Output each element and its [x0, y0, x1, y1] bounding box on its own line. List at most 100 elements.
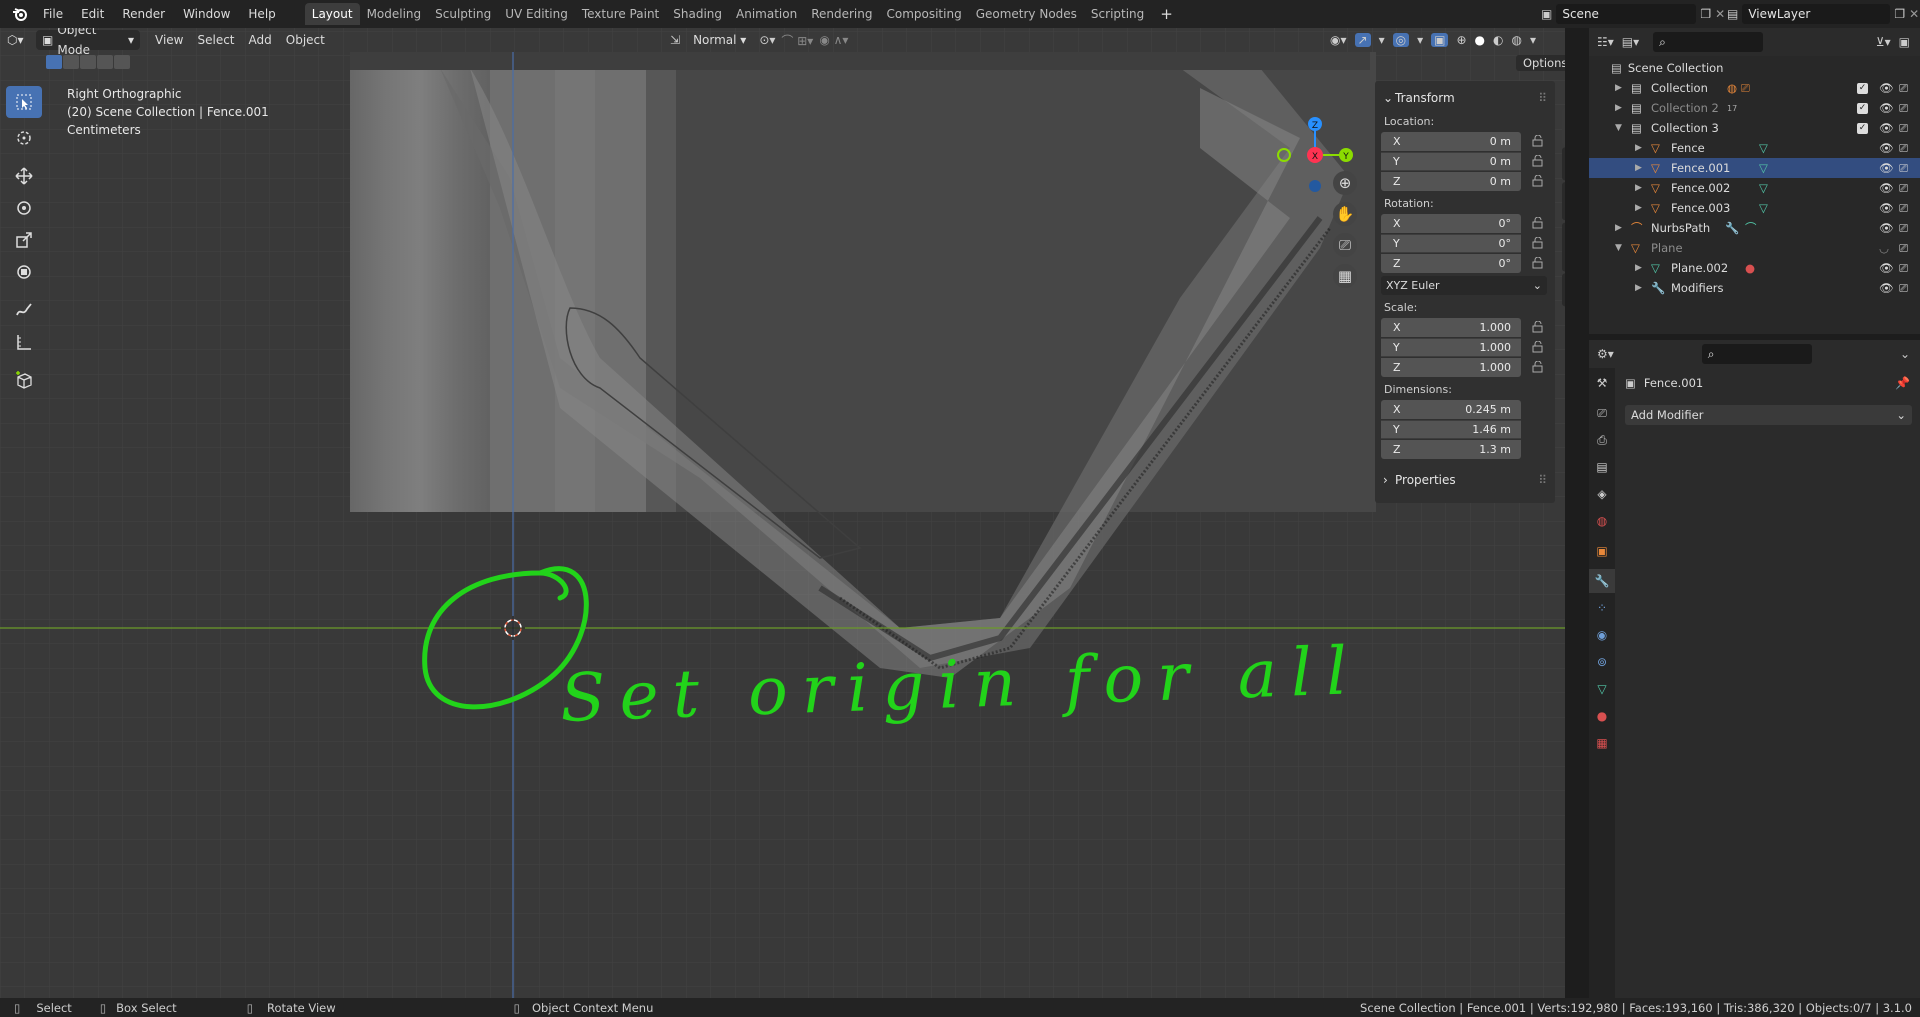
transform-tool-icon[interactable] — [6, 256, 42, 288]
sidebar-tab-item[interactable]: Item — [1562, 108, 1565, 146]
lock-icon[interactable] — [1531, 340, 1545, 353]
scale-y-field[interactable]: Y 1.000 — [1381, 337, 1521, 357]
camera-render-icon[interactable]: ⎚ — [1899, 121, 1908, 136]
proportional-edit-icon[interactable]: ◉ ∧▾ — [819, 33, 848, 47]
eye-icon[interactable]: 👁 — [1879, 141, 1894, 155]
grid-perspective-icon[interactable]: ▦ — [1333, 264, 1357, 288]
measure-tool-icon[interactable] — [6, 326, 42, 358]
workspace-tab-sculpting[interactable]: Sculpting — [428, 3, 498, 25]
eye-icon[interactable]: 👁 — [1879, 281, 1894, 295]
chevron-right-icon[interactable]: ▶ — [1635, 183, 1647, 193]
menu-add[interactable]: Add — [242, 30, 279, 50]
world-tab-icon[interactable]: ◍ — [1589, 509, 1615, 533]
shading-wireframe-icon[interactable]: ⊕ — [1456, 33, 1466, 47]
checkbox-icon[interactable]: ✓ — [1857, 82, 1868, 94]
annotate-tool-icon[interactable] — [6, 294, 42, 326]
eye-hidden-icon[interactable]: ◡ — [1879, 241, 1889, 255]
chevron-right-icon[interactable]: ▶ — [1615, 223, 1627, 233]
chevron-right-icon[interactable]: ▶ — [1635, 203, 1647, 213]
camera-render-icon[interactable]: ⎚ — [1899, 261, 1908, 276]
workspace-tab-animation[interactable]: Animation — [729, 3, 804, 25]
eye-icon[interactable]: 👁 — [1879, 161, 1894, 175]
dimensions-x-field[interactable]: X 0.245 m — [1381, 399, 1521, 419]
workspace-tab-layout[interactable]: Layout — [304, 3, 360, 25]
camera-render-icon[interactable]: ⎚ — [1899, 101, 1908, 116]
chevron-right-icon[interactable]: ▶ — [1635, 263, 1647, 273]
menu-window[interactable]: Window — [174, 0, 239, 28]
xray-icon[interactable]: ▣ — [1431, 33, 1449, 47]
camera-render-icon[interactable]: ⎚ — [1899, 81, 1908, 96]
menu-file[interactable]: File — [34, 0, 72, 28]
eye-icon[interactable]: 👁 — [1879, 221, 1894, 235]
outliner-item-fence[interactable]: ▶ ▽ Fence ▽ 👁 ⎚ — [1589, 138, 1920, 158]
select-new-icon[interactable] — [46, 55, 62, 69]
output-tab-icon[interactable]: ⎙ — [1589, 428, 1615, 452]
data-tab-icon[interactable]: ▽ — [1589, 677, 1615, 701]
outliner-root[interactable]: ▤ Scene Collection — [1589, 58, 1920, 78]
display-mode-icon[interactable]: ▤▾ — [1622, 35, 1639, 49]
properties-editor-icon[interactable]: ⚙▾ — [1597, 347, 1614, 361]
render-tab-icon[interactable]: ⎚ — [1589, 401, 1615, 425]
camera-render-icon[interactable]: ⎚ — [1899, 201, 1908, 216]
mode-dropdown[interactable]: ▣ Object Mode ▾ — [36, 28, 140, 57]
workspace-tab-modeling[interactable]: Modeling — [360, 3, 429, 25]
eye-icon[interactable]: 👁 — [1879, 81, 1894, 95]
add-modifier-dropdown[interactable]: Add Modifier ⌄ — [1625, 405, 1912, 425]
workspace-tab-scripting[interactable]: Scripting — [1084, 3, 1151, 25]
chevron-right-icon[interactable]: ▶ — [1615, 83, 1627, 93]
rotation-x-field[interactable]: X 0° — [1381, 213, 1521, 233]
lock-icon[interactable] — [1531, 174, 1545, 187]
lock-icon[interactable] — [1531, 236, 1545, 249]
sidebar-tab-edit[interactable]: Edit — [1562, 273, 1565, 307]
options-button[interactable]: Options — [1516, 55, 1565, 71]
workspace-tab-texture-paint[interactable]: Texture Paint — [575, 3, 666, 25]
menu-render[interactable]: Render — [113, 0, 174, 28]
rotate-tool-icon[interactable] — [6, 192, 42, 224]
eye-icon[interactable]: 👁 — [1879, 261, 1894, 275]
sidebar-tab-create[interactable]: Create — [1562, 222, 1565, 272]
pan-hand-icon[interactable]: ✋ — [1333, 202, 1357, 226]
outliner-item-collection-2[interactable]: ▶ ▤ Collection 2 17 ✓ 👁 ⎚ — [1589, 98, 1920, 118]
workspace-tab-compositing[interactable]: Compositing — [879, 3, 968, 25]
shading-rendered-icon[interactable]: ◍ — [1511, 33, 1521, 47]
camera-render-icon[interactable]: ⎚ — [1899, 281, 1908, 296]
outliner-item-collection-3[interactable]: ▼ ▤ Collection 3 ✓ 👁 ⎚ — [1589, 118, 1920, 138]
properties-search-input[interactable]: ⌕ — [1701, 344, 1812, 364]
select-intersect-icon[interactable] — [114, 55, 130, 69]
outliner-item-fence-002[interactable]: ▶ ▽ Fence.002 ▽ 👁 ⎚ — [1589, 178, 1920, 198]
pin-icon[interactable]: 📌 — [1895, 376, 1910, 390]
material-tab-icon[interactable]: ● — [1589, 704, 1615, 728]
scale-x-field[interactable]: X 1.000 — [1381, 317, 1521, 337]
3d-viewport[interactable]: Set origin for all ⬡▾ ▣ Object Mode ▾ Vi… — [0, 28, 1565, 998]
texture-tab-icon[interactable]: ▦ — [1589, 731, 1615, 755]
new-collection-icon[interactable]: ▣ — [1899, 35, 1910, 49]
lock-icon[interactable] — [1531, 134, 1545, 147]
modifier-tab-icon[interactable]: 🔧 — [1589, 569, 1615, 593]
filter-icon[interactable]: ⊻▾ — [1876, 35, 1891, 49]
workspace-tab-uv-editing[interactable]: UV Editing — [498, 3, 575, 25]
workspace-tab-rendering[interactable]: Rendering — [804, 3, 879, 25]
lock-icon[interactable] — [1531, 320, 1545, 333]
menu-edit[interactable]: Edit — [72, 0, 113, 28]
lock-icon[interactable] — [1531, 216, 1545, 229]
outliner-item-plane-002[interactable]: ▶ ▽ Plane.002 ● 👁 ⎚ — [1589, 258, 1920, 278]
eye-icon[interactable]: 👁 — [1879, 181, 1894, 195]
shading-material-icon[interactable]: ◐ — [1493, 33, 1503, 47]
eye-icon[interactable]: 👁 — [1879, 121, 1894, 135]
zoom-icon[interactable]: ⊕ — [1333, 171, 1357, 195]
cursor-tool-icon[interactable] — [6, 122, 42, 154]
chevron-down-icon[interactable]: ▼ — [1615, 243, 1627, 253]
outliner-item-nurbspath[interactable]: ▶ ⌒ NurbsPath 🔧 ⌒ 👁 ⎚ — [1589, 218, 1920, 238]
snap-icon[interactable]: ⌒ ⊞▾ — [781, 32, 813, 49]
chevron-down-icon[interactable]: ▼ — [1615, 123, 1627, 133]
outliner-editor-icon[interactable]: ☷▾ — [1597, 35, 1614, 49]
blender-logo-icon[interactable] — [6, 0, 34, 28]
transform-header[interactable]: ⌄ Transform ⠿ — [1381, 87, 1549, 109]
camera-render-icon[interactable]: ⎚ — [1899, 141, 1908, 156]
particles-tab-icon[interactable]: ⁘ — [1589, 596, 1615, 620]
visibility-icon[interactable]: ◉▾ — [1330, 33, 1347, 47]
checkbox-icon[interactable]: ✓ — [1857, 102, 1868, 114]
scale-tool-icon[interactable] — [6, 224, 42, 256]
view-layer-tab-icon[interactable]: ▤ — [1589, 455, 1615, 479]
shading-options-icon[interactable]: ▾ — [1530, 33, 1536, 47]
